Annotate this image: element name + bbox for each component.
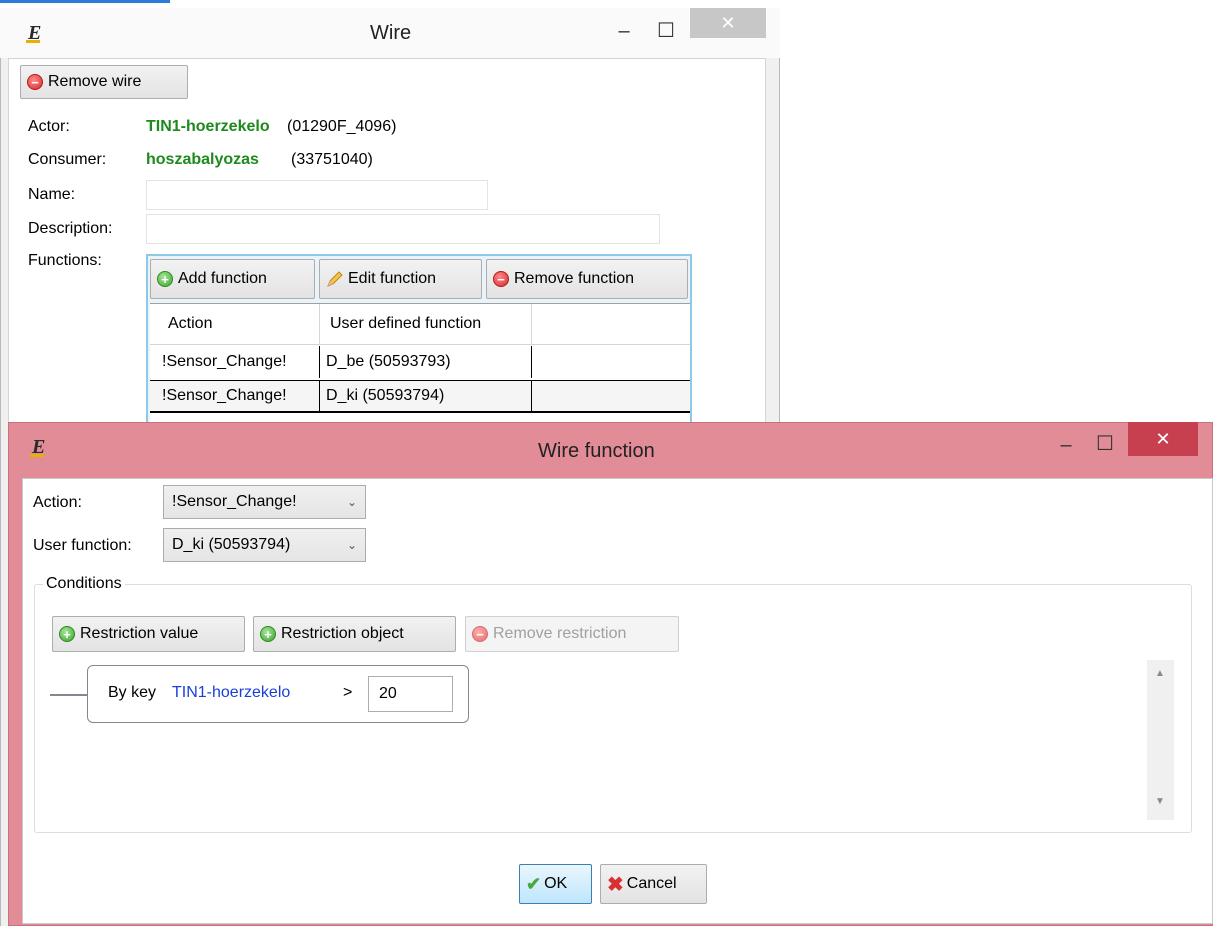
ok-button[interactable]: ✔ OK	[519, 864, 592, 904]
add-function-button[interactable]: + Add function	[150, 259, 315, 299]
maximize-icon[interactable]: ☐	[654, 18, 678, 43]
column-header-action[interactable]: Action	[158, 304, 320, 344]
cancel-label: Cancel	[626, 875, 677, 892]
actor-label: Actor:	[28, 118, 70, 135]
actor-link[interactable]: TIN1-hoerzekelo	[146, 118, 270, 136]
tree-connector	[50, 694, 87, 696]
add-icon: +	[260, 626, 276, 642]
restriction-value-label: Restriction value	[80, 625, 199, 642]
chevron-down-icon: ⌄	[346, 538, 357, 552]
wire-title: Wire	[370, 22, 412, 44]
action-label: Action:	[33, 494, 82, 511]
user-function-label: User function:	[33, 537, 132, 554]
remove-restriction-label: Remove restriction	[493, 625, 627, 642]
minimize-icon[interactable]: –	[612, 20, 636, 43]
remove-restriction-button[interactable]: − Remove restriction	[465, 616, 679, 652]
remove-icon: −	[472, 626, 488, 642]
condition-value-input[interactable]: 20	[368, 676, 453, 712]
action-select[interactable]: !Sensor_Change! ⌄	[163, 485, 366, 519]
close-icon[interactable]: ✕	[1128, 422, 1198, 456]
remove-function-button[interactable]: − Remove function	[486, 259, 688, 299]
close-icon[interactable]: ✕	[690, 8, 766, 38]
taskbar-strip	[0, 0, 780, 8]
app-logo-icon: E	[26, 22, 42, 44]
user-function-select[interactable]: D_ki (50593794) ⌄	[163, 528, 366, 562]
conditions-label: Conditions	[43, 575, 125, 593]
column-header-user-function[interactable]: User defined function	[320, 304, 532, 344]
scroll-up-icon[interactable]: ▲	[1155, 668, 1165, 679]
remove-wire-button[interactable]: − Remove wire	[20, 65, 188, 99]
name-label: Name:	[28, 186, 76, 203]
cancel-x-icon: ✖	[607, 873, 624, 896]
consumer-label: Consumer:	[28, 151, 107, 168]
ok-label: OK	[544, 875, 568, 892]
table-row[interactable]: !Sensor_Change! D_be (50593793)	[150, 346, 690, 381]
add-function-label: Add function	[178, 270, 267, 287]
scroll-down-icon[interactable]: ▼	[1155, 796, 1165, 807]
name-field[interactable]	[146, 180, 488, 210]
wire-function-title: Wire function	[538, 440, 655, 462]
minimize-icon[interactable]: –	[1054, 434, 1078, 457]
conditions-scrollbar[interactable]: ▲ ▼	[1147, 660, 1174, 820]
restriction-value-button[interactable]: + Restriction value	[52, 616, 245, 652]
table-row[interactable]: !Sensor_Change! D_ki (50593794)	[150, 381, 690, 413]
row-function: D_ki (50593794)	[320, 381, 532, 411]
restriction-object-button[interactable]: + Restriction object	[253, 616, 456, 652]
wire-function-titlebar[interactable]: E Wire function – ☐ ✕	[8, 422, 1213, 478]
description-label: Description:	[28, 220, 113, 237]
add-icon: +	[157, 271, 173, 287]
edit-function-label: Edit function	[348, 270, 437, 287]
action-select-value: !Sensor_Change!	[172, 493, 297, 510]
consumer-id: (33751040)	[291, 151, 373, 168]
checkmark-icon: ✔	[526, 873, 542, 894]
cancel-button[interactable]: ✖ Cancel	[600, 864, 707, 904]
row-action: !Sensor_Change!	[156, 346, 320, 378]
condition-key-link[interactable]: TIN1-hoerzekelo	[172, 684, 290, 702]
consumer-link[interactable]: hoszabalyozas	[146, 151, 259, 169]
chevron-down-icon: ⌄	[346, 495, 357, 509]
remove-icon: −	[27, 74, 43, 90]
actor-id: (01290F_4096)	[287, 118, 397, 135]
remove-wire-label: Remove wire	[48, 73, 142, 90]
remove-icon: −	[493, 271, 509, 287]
description-field[interactable]	[146, 214, 660, 244]
app-logo-icon: E	[30, 436, 46, 458]
maximize-icon[interactable]: ☐	[1093, 431, 1117, 456]
row-function: D_be (50593793)	[320, 346, 532, 378]
user-function-select-value: D_ki (50593794)	[172, 536, 291, 553]
pencil-icon	[326, 270, 344, 288]
functions-label: Functions:	[28, 252, 102, 269]
condition-prefix: By key	[108, 684, 157, 701]
row-action: !Sensor_Change!	[156, 381, 320, 411]
condition-operator: >	[343, 684, 353, 701]
edit-function-button[interactable]: Edit function	[319, 259, 482, 299]
wire-titlebar[interactable]: E Wire – ☐ ✕	[0, 8, 780, 58]
remove-function-label: Remove function	[514, 270, 635, 287]
add-icon: +	[59, 626, 75, 642]
restriction-object-label: Restriction object	[281, 625, 404, 642]
